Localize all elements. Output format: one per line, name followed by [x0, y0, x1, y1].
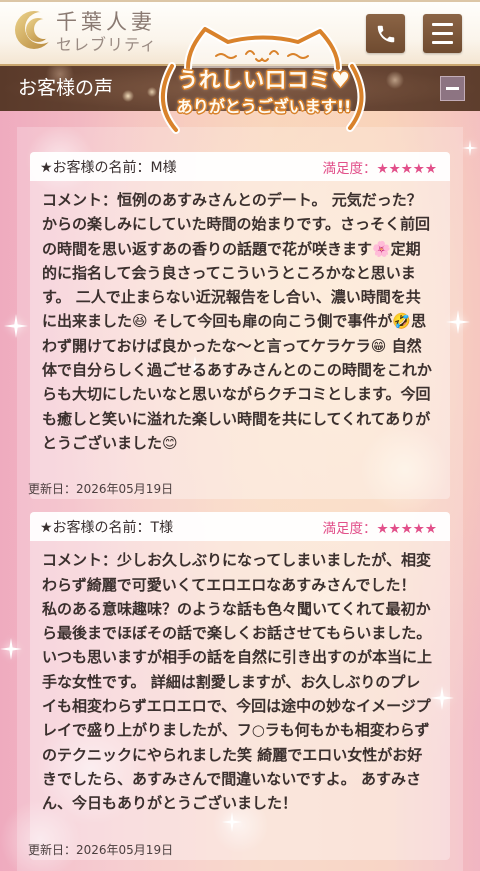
rating: 満足度：★★★★★: [322, 157, 437, 177]
rating-stars: ★★★★★: [376, 160, 437, 177]
review-comment: コメント：恒例のあすみさんとのデート。 元気だった？からの楽しみにしていた時間の…: [42, 191, 432, 452]
review-date: 更新日：2026年05月19日: [28, 842, 174, 857]
crescent-moon-icon: [14, 9, 54, 51]
logo-subtitle: セレブリティ: [56, 35, 158, 54]
sparkle: [462, 140, 478, 156]
review-header: ★お客様の名前：T様 満足度：★★★★★: [30, 512, 450, 542]
site-logo[interactable]: 千葉人妻 セレブリティ: [0, 2, 170, 64]
review-comment: コメント：少しお久しぶりになってしまいましたが、相変わらず綺麗で可愛いくてエロエ…: [42, 551, 433, 813]
review-date: 更新日：2026年05月19日: [28, 482, 174, 497]
hamburger-menu-icon: [432, 23, 453, 44]
site-header: 千葉人妻 セレブリティ: [0, 0, 480, 66]
review-card: ★お客様の名前：M様 満足度：★★★★★ コメント：恒例のあすみさんとのデート。…: [28, 152, 450, 500]
review-card: ★お客様の名前：T様 満足度：★★★★★ コメント：少しお久しぶりになってしまい…: [28, 512, 450, 860]
section-title: お客様の声: [18, 77, 114, 99]
rating-label: 満足度：: [322, 160, 377, 177]
phone-icon: [377, 25, 394, 42]
collapse-button[interactable]: [440, 76, 465, 101]
reviewer-name: ★お客様の名前：T様: [40, 519, 174, 536]
reviews-panel: ★お客様の名前：M様 満足度：★★★★★ コメント：恒例のあすみさんとのデート。…: [17, 127, 463, 871]
review-header: ★お客様の名前：M様 満足度：★★★★★: [30, 152, 450, 181]
phone-button[interactable]: [366, 14, 405, 53]
menu-button[interactable]: [423, 14, 462, 53]
logo-title: 千葉人妻: [56, 10, 156, 34]
rating: 満足度：★★★★★: [322, 517, 437, 537]
rating-label: 満足度：: [322, 520, 377, 537]
reviewer-name: ★お客様の名前：M様: [40, 159, 177, 176]
minus-icon: [446, 87, 459, 90]
rating-stars: ★★★★★: [376, 520, 437, 537]
section-header: お客様の声: [0, 66, 480, 111]
